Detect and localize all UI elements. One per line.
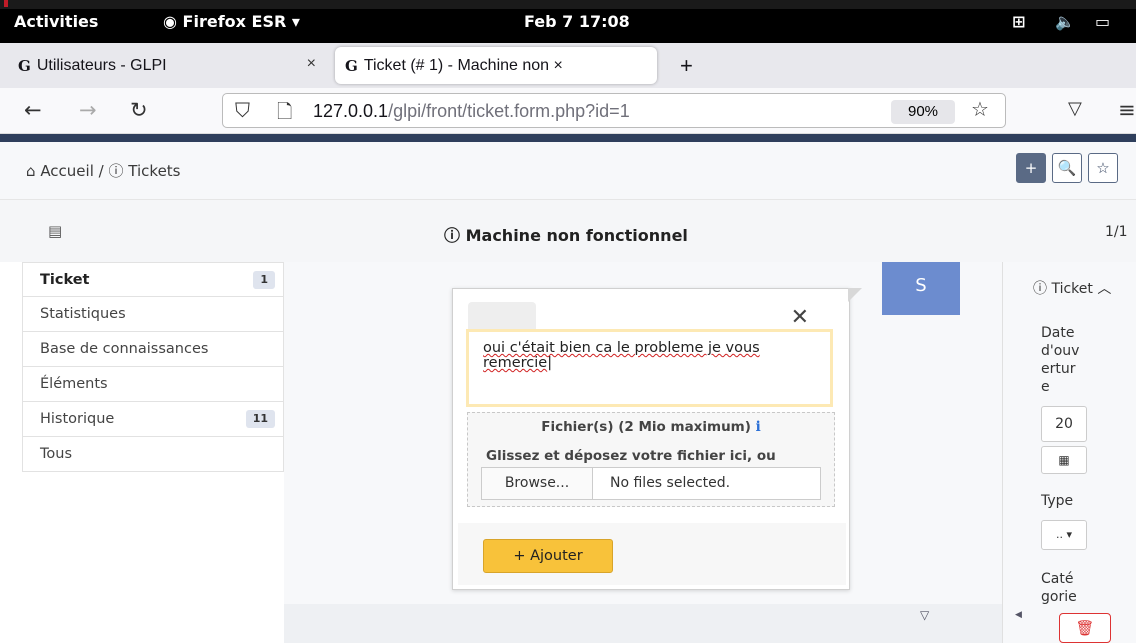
clock[interactable]: Feb 7 17:08: [524, 12, 630, 31]
browse-button[interactable]: Browse...: [482, 468, 593, 499]
menu-icon[interactable]: ≡: [1118, 98, 1136, 122]
date-label: Date d'ouverture: [1041, 325, 1080, 395]
drop-hint: Glissez et déposez votre fichier ici, ou: [486, 448, 776, 464]
files-title-text: Fichier(s) (2 Mio maximum): [541, 419, 751, 435]
tab-utilisateurs[interactable]: G Utilisateurs - GLPI ×: [8, 47, 328, 84]
tab-historique[interactable]: Historique 11: [22, 402, 284, 437]
tab-ticket-main[interactable]: Ticket 1: [22, 262, 284, 297]
type-select[interactable]: .. ▾: [1041, 520, 1087, 550]
ticket-title-text: Machine non fonctionnel: [465, 226, 688, 245]
tab-elements[interactable]: Éléments: [22, 367, 284, 402]
glpi-favicon-icon: G: [345, 56, 358, 75]
no-file-label: No files selected.: [610, 475, 731, 491]
card-notch: [848, 288, 862, 302]
tab-title: Utilisateurs - GLPI: [36, 56, 167, 74]
panel-title: Ticket: [1051, 281, 1093, 297]
toggle-list-icon[interactable]: ▤: [48, 222, 62, 240]
info-icon[interactable]: i: [756, 419, 761, 435]
tab-close-icon[interactable]: ×: [307, 55, 316, 73]
tab-tous[interactable]: Tous: [22, 437, 284, 472]
tab-label: Base de connaissances: [40, 341, 209, 357]
glpi-header: ⌂ Accueil / ⓘ Tickets + 🔍 ☆: [0, 142, 1136, 200]
pocket-icon[interactable]: ▽: [1068, 98, 1082, 119]
followup-form: ✕ oui c'était bien ca le probleme je vou…: [452, 288, 850, 590]
tab-label: Tous: [40, 446, 73, 462]
tab-label: Ticket: [40, 272, 90, 288]
search-button[interactable]: 🔍: [1052, 153, 1082, 183]
url-host: 127.0.0.1: [313, 101, 389, 121]
followup-text: oui c'était bien ca le probleme je vous …: [483, 340, 760, 371]
navigation-bar: ← → ↻ ⛉ 🗋 127.0.0.1/glpi/front/ticket.fo…: [0, 88, 1136, 134]
category-label: Catégorie: [1041, 571, 1077, 605]
ticket-tabs: Ticket 1 Statistiques Base de connaissan…: [22, 262, 284, 472]
ticket-title-row: ▤ ⓘ Machine non fonctionnel 1/1: [0, 200, 1136, 262]
tab-label: Statistiques: [40, 306, 126, 322]
forward-arrow-icon[interactable]: →: [79, 98, 97, 122]
battery-icon[interactable]: ▭: [1095, 12, 1110, 31]
back-arrow-icon[interactable]: ←: [24, 98, 42, 122]
chevron-up-icon[interactable]: ︿: [1097, 281, 1111, 297]
breadcrumb-separator: /: [98, 162, 104, 180]
breadcrumb: ⌂ Accueil / ⓘ Tickets: [26, 160, 181, 181]
volume-icon[interactable]: 🔈: [1055, 12, 1075, 31]
new-tab-button[interactable]: +: [670, 47, 693, 84]
tab-statistiques[interactable]: Statistiques: [22, 297, 284, 332]
bookmark-star-icon[interactable]: ☆: [971, 97, 989, 121]
close-icon[interactable]: ✕: [791, 305, 809, 330]
calendar-icon[interactable]: ▦: [1041, 446, 1087, 474]
firefox-icon: ◉: [163, 12, 177, 31]
bottom-strip: ▽: [284, 604, 1002, 643]
shield-icon[interactable]: ⛉: [235, 98, 250, 122]
browser-tab-bar: G Utilisateurs - GLPI × G Ticket (# 1) -…: [0, 43, 1136, 88]
form-tab-stub: [468, 302, 536, 332]
reload-icon[interactable]: ↻: [130, 98, 148, 122]
tray-strip: [0, 0, 1136, 9]
firefox-app-menu[interactable]: ◉ Firefox ESR ▾: [163, 12, 300, 31]
app-name: Firefox ESR ▾: [182, 12, 300, 31]
breadcrumb-tickets[interactable]: Tickets: [128, 162, 180, 180]
ticket-side-panel: ⓘ Ticket ︿ Date d'ouverture 20 ▦ Type ..…: [1002, 262, 1136, 643]
trash-icon[interactable]: 🗑: [1059, 613, 1111, 643]
home-icon[interactable]: ⌂: [26, 162, 36, 180]
url-path: /glpi/front/ticket.form.php?id=1: [388, 101, 630, 121]
text-cursor: |: [547, 355, 553, 371]
tab-base-connaissances[interactable]: Base de connaissances: [22, 332, 284, 367]
page-icon[interactable]: 🗋: [277, 98, 292, 130]
info-circle-icon: ⓘ: [444, 226, 461, 245]
info-circle-icon: ⓘ: [108, 162, 124, 180]
tab-title: Ticket (# 1) - Machine non ×: [363, 56, 563, 74]
ticket-title: ⓘ Machine non fonctionnel: [444, 222, 688, 246]
system-top-bar: Activities ◉ Firefox ESR ▾ Feb 7 17:08 ⊞…: [0, 0, 1136, 43]
info-circle-icon: ⓘ: [1033, 281, 1047, 297]
filter-icon[interactable]: ▽: [920, 608, 929, 622]
count-badge: 11: [245, 410, 275, 428]
zoom-level[interactable]: 90%: [891, 100, 955, 124]
glpi-top-band: [0, 134, 1136, 142]
network-icon[interactable]: ⊞: [1012, 12, 1025, 31]
bookmark-button[interactable]: ☆: [1088, 153, 1118, 183]
type-label: Type: [1041, 493, 1074, 509]
date-field[interactable]: 20: [1041, 406, 1087, 442]
file-input[interactable]: Browse... No files selected.: [481, 467, 821, 500]
tab-ticket[interactable]: G Ticket (# 1) - Machine non ×: [335, 47, 657, 84]
pager: 1/1: [1105, 224, 1128, 240]
tab-label: Historique: [40, 411, 115, 427]
url-bar[interactable]: ⛉ 🗋 127.0.0.1/glpi/front/ticket.form.php…: [222, 93, 1006, 128]
glpi-favicon-icon: G: [18, 56, 31, 75]
avatar: S: [882, 262, 960, 315]
scroll-left-icon[interactable]: ◀: [1015, 610, 1022, 620]
panel-header[interactable]: ⓘ Ticket ︿: [1033, 278, 1111, 298]
add-followup-button[interactable]: + Ajouter: [483, 539, 613, 573]
activities-button[interactable]: Activities: [14, 12, 98, 31]
file-dropzone[interactable]: Fichier(s) (2 Mio maximum) i Glissez et …: [467, 412, 835, 507]
files-title: Fichier(s) (2 Mio maximum) i: [468, 419, 834, 435]
count-badge: 1: [253, 271, 275, 289]
add-button[interactable]: +: [1016, 153, 1046, 183]
breadcrumb-home[interactable]: Accueil: [40, 162, 94, 180]
url-text[interactable]: 127.0.0.1/glpi/front/ticket.form.php?id=…: [313, 101, 630, 122]
followup-textarea[interactable]: oui c'était bien ca le probleme je vous …: [466, 329, 833, 407]
tab-label: Éléments: [40, 376, 108, 392]
